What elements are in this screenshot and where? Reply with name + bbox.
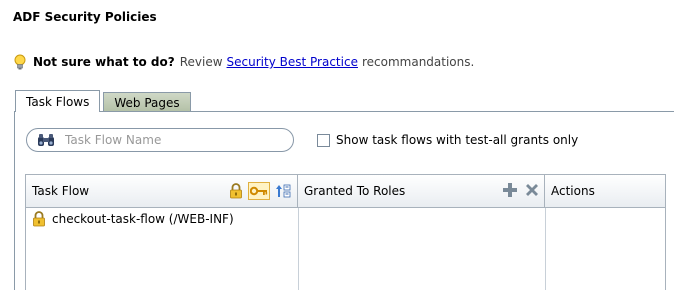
column-label-task-flow: Task Flow — [32, 184, 90, 198]
add-icon[interactable] — [502, 182, 518, 198]
column-divider — [545, 208, 546, 290]
task-flow-toolbar — [224, 182, 291, 200]
column-header-actions: Actions — [545, 175, 667, 207]
hint-prefix: Review — [179, 55, 223, 69]
search-field[interactable] — [26, 128, 294, 152]
table-row[interactable]: checkout-task-flow (/WEB-INF) — [26, 208, 298, 230]
security-best-practice-link[interactable]: Security Best Practice — [227, 55, 358, 69]
hint-question: Not sure what to do? — [33, 55, 175, 69]
hint-bar: Not sure what to do? Review Security Bes… — [13, 54, 474, 70]
test-all-grants-label: Show task flows with test-all grants onl… — [336, 133, 579, 147]
lightbulb-icon — [14, 54, 26, 70]
hint-suffix: recommandations. — [361, 55, 475, 69]
column-label-actions: Actions — [551, 184, 595, 198]
table-header: Task Flow Granted To Roles Actions — [26, 175, 665, 208]
task-flow-name: checkout-task-flow (/WEB-INF) — [52, 212, 234, 226]
binoculars-icon[interactable] — [37, 133, 55, 147]
tab-web-pages[interactable]: Web Pages — [103, 92, 191, 112]
tab-task-flows[interactable]: Task Flows — [15, 90, 101, 112]
column-header-task-flow[interactable]: Task Flow — [26, 175, 298, 207]
lock-icon — [33, 211, 45, 227]
sort-icon[interactable] — [275, 183, 291, 199]
key-toggle[interactable] — [248, 182, 270, 200]
delete-icon[interactable] — [524, 182, 540, 198]
tab-bar: Task Flows Web Pages — [15, 90, 191, 112]
column-header-granted-to-roles: Granted To Roles — [298, 175, 545, 207]
task-flow-table: Task Flow Granted To Roles Actions check… — [25, 174, 666, 290]
test-all-grants-checkbox[interactable] — [317, 133, 330, 147]
test-all-grants-filter[interactable]: Show task flows with test-all grants onl… — [317, 133, 578, 147]
column-label-granted-to-roles: Granted To Roles — [304, 184, 406, 198]
key-icon — [250, 186, 268, 196]
roles-toolbar — [496, 182, 540, 198]
lock-icon[interactable] — [229, 183, 243, 199]
column-divider — [298, 208, 299, 290]
page-title: ADF Security Policies — [13, 10, 157, 24]
task-flow-name-input[interactable] — [65, 133, 265, 147]
